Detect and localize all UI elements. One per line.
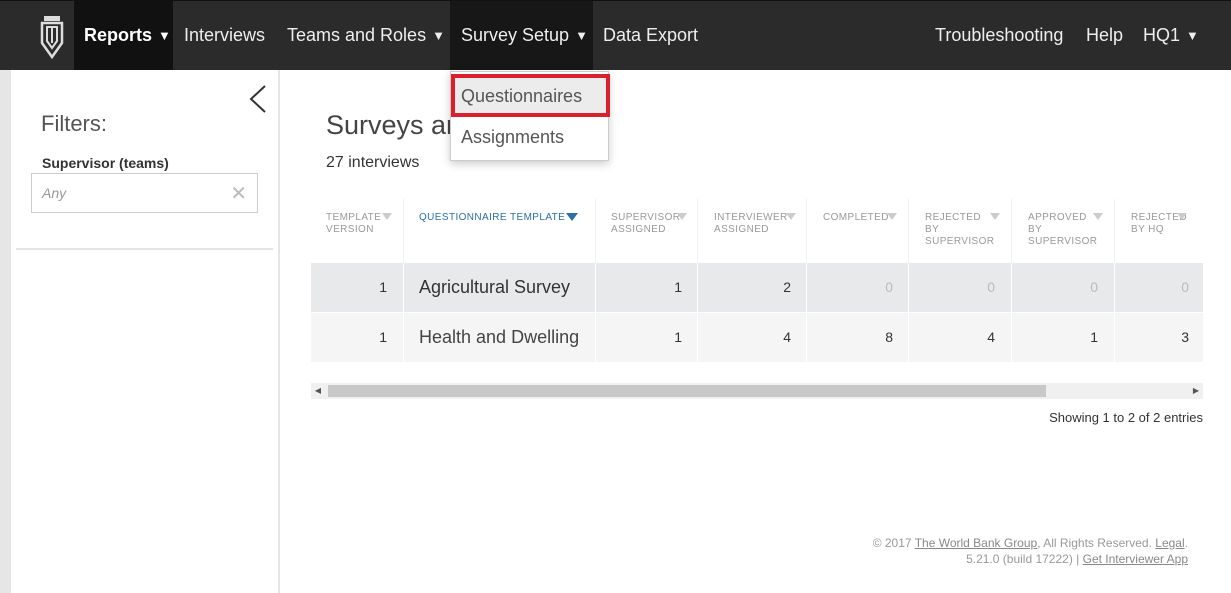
nav-teams-label: Teams and Roles <box>287 25 427 45</box>
sort-arrow-icon <box>887 213 897 220</box>
column-header-rejected-by-supervisor[interactable]: REJECTED BY SUPERVISOR <box>909 199 1012 263</box>
footer-version-line: 5.21.0 (build 17222) | Get Interviewer A… <box>873 551 1188 567</box>
nav-troubleshooting-label: Troubleshooting <box>935 25 1064 45</box>
header-label: REJECTED BY SUPERVISOR <box>925 212 995 247</box>
sort-arrow-icon <box>677 213 687 220</box>
cell-rejected-by-hq: 3 <box>1181 329 1189 345</box>
supervisor-filter-label: Supervisor (teams) <box>42 155 169 171</box>
column-header-supervisor-assigned[interactable]: SUPERVISOR ASSIGNED <box>596 199 698 263</box>
table-row[interactable]: 1 Health and Dwelling 1 4 8 4 1 3 <box>311 313 1203 362</box>
header-label: REJECTED BY HQ <box>1131 212 1187 235</box>
horizontal-scrollbar[interactable]: ◀ ▶ <box>311 383 1203 399</box>
panel-edge-strip <box>0 70 11 593</box>
header-label: SUPERVISOR ASSIGNED <box>611 212 681 235</box>
header-label: APPROVED BY SUPERVISOR <box>1028 212 1098 247</box>
top-navbar: Reports ▼ Interviews Teams and Roles ▼ Sur… <box>0 0 1231 70</box>
cell-rejected-by-hq: 0 <box>1181 279 1189 295</box>
cell-questionnaire-template[interactable]: Health and Dwelling <box>404 313 596 362</box>
supervisor-filter-input[interactable]: Any ✕ <box>31 173 258 213</box>
nav-survey-setup-label: Survey Setup <box>461 25 570 45</box>
nav-help-label: Help <box>1086 25 1124 45</box>
table-row[interactable]: 1 Agricultural Survey 1 2 0 0 0 0 <box>311 263 1203 312</box>
cell-approved-by-supervisor: 1 <box>1012 313 1115 362</box>
scroll-right-arrow-icon[interactable]: ▶ <box>1189 383 1203 399</box>
header-label: COMPLETED <box>823 212 889 223</box>
nav-data-export[interactable]: Data Export <box>603 1 698 70</box>
get-interviewer-app-link[interactable]: Get Interviewer App <box>1083 552 1188 566</box>
scrollbar-thumb[interactable] <box>328 385 1046 397</box>
version-text: 5.21.0 (build 17222) | <box>966 552 1083 566</box>
nav-user-label: HQ1 <box>1143 25 1181 45</box>
rights-text: , All Rights Reserved. <box>1037 536 1156 550</box>
cell-interviewer-assigned: 2 <box>698 263 807 312</box>
sort-arrow-icon <box>1093 213 1103 220</box>
supervisor-filter-placeholder: Any <box>42 185 67 201</box>
chevron-left-icon[interactable] <box>248 84 268 114</box>
nav-reports[interactable]: Reports ▼ <box>74 1 173 70</box>
column-header-interviewer-assigned[interactable]: INTERVIEWER ASSIGNED <box>698 199 807 263</box>
chevron-down-icon: ▼ <box>575 28 588 43</box>
nav-teams-and-roles[interactable]: Teams and Roles ▼ <box>287 1 445 70</box>
sort-arrow-icon <box>382 213 392 220</box>
scroll-left-arrow-icon[interactable]: ◀ <box>311 383 325 399</box>
sort-arrow-icon <box>786 213 796 220</box>
entries-info: Showing 1 to 2 of 2 entries <box>1049 410 1203 425</box>
column-header-rejected-by-hq[interactable]: REJECTED BY HQ <box>1115 199 1203 263</box>
legal-period: . <box>1184 536 1188 550</box>
column-header-template-version[interactable]: TEMPLATE VERSION <box>311 199 404 263</box>
footer-copyright-line: © 2017 The World Bank Group, All Rights … <box>873 535 1188 551</box>
cell-rejected-by-supervisor: 4 <box>909 313 1012 362</box>
cell-approved-by-supervisor: 0 <box>1012 263 1115 312</box>
filters-panel <box>0 70 280 593</box>
panel-divider <box>16 248 273 250</box>
chevron-down-icon: ▼ <box>1186 28 1199 43</box>
nav-help[interactable]: Help <box>1086 1 1123 70</box>
pen-nib-logo-icon[interactable] <box>33 13 71 60</box>
nav-interviews[interactable]: Interviews <box>184 1 265 70</box>
nav-data-export-label: Data Export <box>603 25 699 45</box>
close-icon[interactable]: ✕ <box>230 181 247 206</box>
cell-rejected-by-supervisor: 0 <box>909 263 1012 312</box>
filters-title: Filters: <box>41 111 107 136</box>
cell-supervisor-assigned: 1 <box>596 263 698 312</box>
header-label: TEMPLATE VERSION <box>326 212 382 235</box>
footer: © 2017 The World Bank Group, All Rights … <box>873 535 1188 567</box>
sort-arrow-icon <box>990 213 1000 220</box>
nav-troubleshooting[interactable]: Troubleshooting <box>935 1 1063 70</box>
highlight-box <box>451 74 610 117</box>
chevron-down-icon: ▼ <box>432 28 445 43</box>
cell-supervisor-assigned: 1 <box>596 313 698 362</box>
legal-link[interactable]: Legal <box>1155 536 1184 550</box>
cell-questionnaire-template[interactable]: Agricultural Survey <box>404 263 596 312</box>
menu-item-assignments[interactable]: Assignments <box>451 118 608 156</box>
column-header-approved-by-supervisor[interactable]: APPROVED BY SUPERVISOR <box>1012 199 1115 263</box>
nav-reports-label: Reports <box>84 25 153 45</box>
cell-template-version: 1 <box>311 313 404 362</box>
column-header-completed[interactable]: COMPLETED <box>807 199 909 263</box>
surveys-table: TEMPLATE VERSION QUESTIONNAIRE TEMPLATE … <box>311 199 1203 362</box>
sort-arrow-icon <box>1177 213 1187 220</box>
cell-completed: 0 <box>807 263 909 312</box>
chevron-down-icon: ▼ <box>158 28 171 43</box>
cell-template-version: 1 <box>311 263 404 312</box>
cell-interviewer-assigned: 4 <box>698 313 807 362</box>
nav-interviews-label: Interviews <box>184 25 266 45</box>
interview-count: 27 interviews <box>326 154 420 171</box>
cell-completed: 8 <box>807 313 909 362</box>
sort-arrow-icon <box>566 213 578 221</box>
nav-survey-setup[interactable]: Survey Setup ▼ <box>450 1 593 70</box>
world-bank-link[interactable]: The World Bank Group <box>915 536 1038 550</box>
page-title: Surveys an <box>326 110 462 140</box>
header-label: QUESTIONNAIRE TEMPLATE <box>419 212 566 223</box>
header-label: INTERVIEWER ASSIGNED <box>714 212 788 235</box>
copyright-text: © 2017 <box>872 536 915 550</box>
column-header-questionnaire-template[interactable]: QUESTIONNAIRE TEMPLATE <box>404 199 596 263</box>
nav-user-menu[interactable]: HQ1 ▼ <box>1143 1 1199 70</box>
